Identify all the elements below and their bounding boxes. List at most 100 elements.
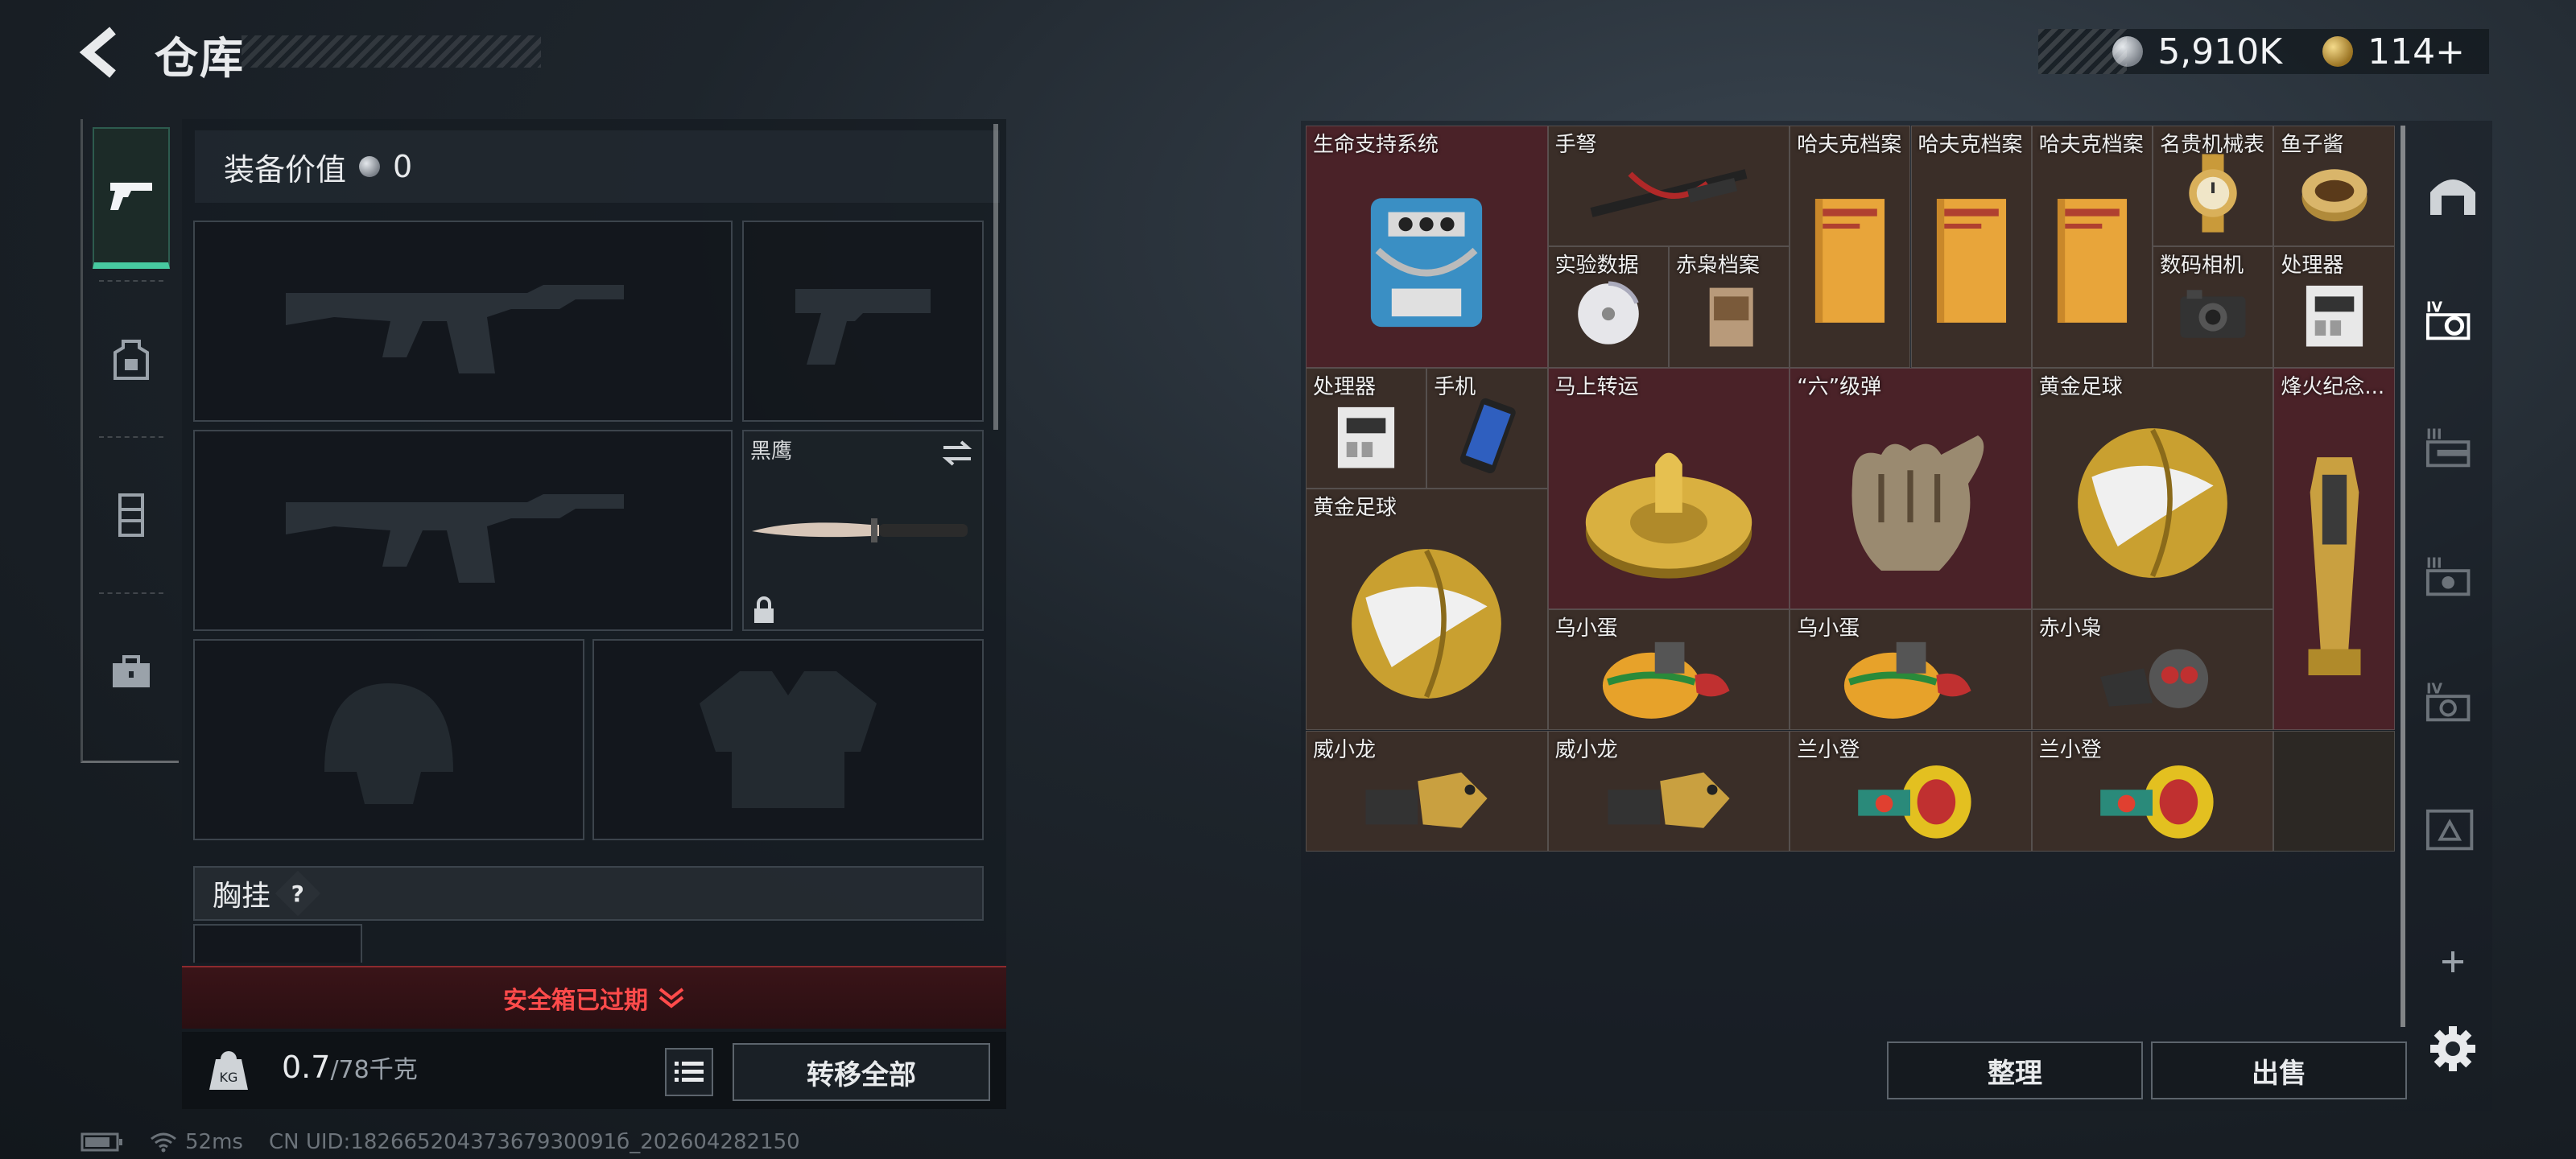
item-name: 兰小登 [2038,737,2102,762]
warehouse-tab-4b[interactable]: IV [2425,673,2481,729]
item-name: 手机 [1434,374,1476,399]
swap-icon[interactable] [940,439,974,467]
chest-rig-label: 胸挂 [213,880,271,913]
warehouse-item[interactable]: 鱼子酱 [2273,126,2395,247]
ping: 52ms [185,1130,243,1154]
warehouse-item[interactable]: 处理器 [2273,246,2395,368]
briefcase-icon [113,655,150,687]
sell-button[interactable]: 出售 [2151,1041,2407,1099]
warehouse-tab-locked[interactable] [2425,802,2481,858]
item-name: 威小龙 [1554,737,1618,762]
warehouse-tab-3a[interactable]: III [2425,419,2481,475]
warehouse-item[interactable]: 威小龙 [1547,730,1790,852]
melee-slot[interactable]: 黑鹰 [742,430,984,631]
item-name: 处理器 [2281,254,2344,278]
warehouse-tab-home[interactable] [2425,166,2481,222]
wifi-icon [151,1132,176,1153]
body-armor-slot[interactable] [592,639,984,840]
nav-safe-box[interactable] [93,602,170,744]
list-icon [675,1062,704,1082]
warehouse-item[interactable]: 哈夫克档案 [1790,126,1911,368]
weight-current: 0.7 [282,1050,331,1085]
warehouse-item[interactable]: 哈夫克档案 [2031,126,2153,368]
gear-icon [2430,1026,2475,1071]
warehouse-item[interactable]: 乌小蛋 [1790,609,2032,731]
warehouse-item[interactable]: “六”级弹 [1790,367,2032,610]
safe-box-expired-banner[interactable]: 安全箱已过期 [182,966,1006,1029]
warehouse-item[interactable]: 赤小枭 [2031,609,2274,731]
warehouse-item[interactable]: 实验数据 [1547,246,1669,368]
warehouse-scrollbar[interactable] [2401,126,2405,1027]
storage-triangle-icon [2425,809,2474,851]
status-line: 52ms CN UID:18266520437367930091б_202604… [80,1130,800,1154]
sort-button[interactable]: 整理 [1887,1041,2143,1099]
chest-rig-slot[interactable] [193,924,362,963]
back-arrow-icon [79,27,116,78]
warehouse-panel: 生命支持系统 手弩 哈夫克档案 哈夫克档案 哈夫克档案 名贵机械表 鱼子酱 实验数据 赤枭档案数… [1301,121,2492,1111]
equipment-value-label: 装备价值 [224,151,347,188]
warehouse-item[interactable]: 手弩 [1547,126,1790,247]
rifle-silhouette-icon [286,494,624,583]
melee-name: 黑鹰 [750,439,793,464]
warehouse-item[interactable]: 数码相机 [2153,246,2274,368]
warehouse-item[interactable]: 马上转运 [1547,367,1790,610]
add-storage-button[interactable] [2425,934,2481,990]
currency-bar: 5,910K 114+ [2038,29,2489,74]
warehouse-item[interactable]: 兰小登 [1790,730,2032,852]
item-name: 名贵机械表 [2160,133,2265,157]
knife-icon [752,518,968,542]
gold-amount[interactable]: 114+ [2368,31,2465,72]
nav-chest-rig[interactable] [93,444,170,586]
warehouse-item[interactable]: 名贵机械表 [2153,126,2274,247]
pistol-icon [110,183,152,210]
warehouse-tab-4[interactable]: IV [2425,291,2481,348]
warehouse-item[interactable]: 哈夫克档案 [1910,126,2032,368]
helmet-silhouette-icon [324,683,453,804]
armor-silhouette-icon [700,671,877,808]
chevron-down-icon [658,988,684,1008]
list-view-button[interactable] [665,1048,713,1096]
equipment-scrollbar[interactable] [993,124,998,430]
helmet-slot[interactable] [193,639,584,840]
warehouse-item[interactable]: 生命支持系统 [1306,126,1548,368]
item-name: 赤小枭 [2038,617,2102,641]
primary-weapon-slot[interactable] [193,221,733,422]
help-icon[interactable]: ? [275,870,321,917]
back-button[interactable] [77,24,126,80]
weight-readout: 0.7/78千克 [282,1050,418,1085]
equipment-value-bar: 装备价值 0 [195,130,1000,203]
storage-rifle-icon: III [2426,427,2471,468]
warehouse-item[interactable]: 处理器 [1306,367,1427,489]
armor-icon [114,340,149,380]
transfer-all-button[interactable]: 转移全部 [733,1043,990,1101]
item-name: 鱼子酱 [2281,133,2344,157]
settings-button[interactable] [2425,1021,2481,1077]
warehouse-item[interactable]: 烽火纪念... [2273,367,2395,731]
item-name: 乌小蛋 [1554,617,1618,641]
warehouse-item[interactable]: 乌小蛋 [1547,609,1790,731]
nav-weapons[interactable] [93,127,170,269]
item-name: “六”级弹 [1797,374,1882,399]
page-title: 仓库 [155,33,245,84]
nav-helmet-armor[interactable] [93,290,170,431]
warehouse-item[interactable]: 威小龙 [1306,730,1548,852]
equipment-category-nav [80,119,179,763]
warehouse-tab-3b[interactable]: III [2425,547,2481,604]
weight-capacity: /78千克 [330,1056,418,1084]
warehouse-item[interactable]: 黄金足球 [1306,488,1548,731]
item-name: 手弩 [1554,133,1597,157]
item-name: 乌小蛋 [1797,617,1860,641]
warehouse-item[interactable]: 手机 [1426,367,1548,489]
item-name: 马上转运 [1554,374,1639,399]
warehouse-item[interactable]: 赤枭档案 [1668,246,1790,368]
warehouse-item[interactable]: 黄金足球 [2031,367,2274,610]
secondary-weapon-slot[interactable] [193,430,733,631]
empty-slot[interactable] [2273,730,2395,852]
pistol-slot[interactable] [742,221,984,422]
item-name: 黄金足球 [2038,374,2123,399]
pistol-silhouette-icon [795,289,931,365]
warehouse-item[interactable]: 兰小登 [2031,730,2274,852]
item-name: 兰小登 [1797,737,1860,762]
chest-rig-row[interactable]: 胸挂 ? [193,866,984,921]
battery-icon [80,1132,122,1152]
